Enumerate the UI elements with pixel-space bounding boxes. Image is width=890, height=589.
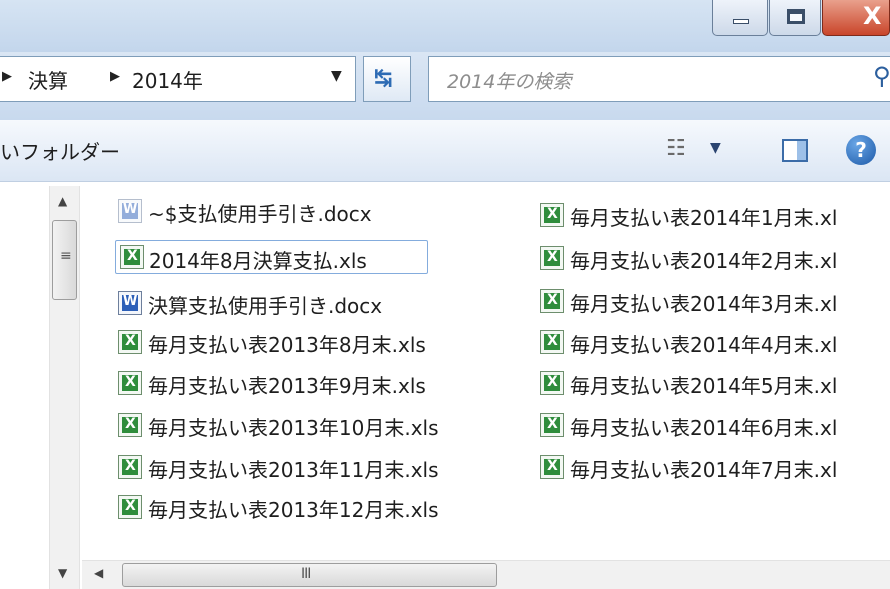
excel-file-icon: [118, 330, 142, 354]
maximize-icon: [787, 9, 805, 24]
minimize-icon: [733, 19, 749, 24]
excel-file-icon: [118, 455, 142, 479]
file-name: 毎月支払い表2013年12月末.xls: [148, 498, 439, 522]
refresh-button[interactable]: ↹: [363, 56, 411, 102]
excel-file-icon: [540, 413, 564, 437]
help-icon: ?: [846, 135, 876, 165]
file-name: 2014年8月決算支払.xls: [149, 249, 367, 273]
title-bar: X: [0, 0, 890, 52]
file-name: 毎月支払い表2014年3月末.xl: [570, 292, 838, 316]
vertical-scroll-thumb[interactable]: ≡: [52, 220, 77, 300]
crumb-separator-icon[interactable]: ▶: [110, 69, 120, 84]
scroll-down-icon[interactable]: ▼: [58, 566, 67, 580]
horizontal-scrollbar[interactable]: ◀ III: [82, 560, 890, 589]
excel-file-icon: [540, 330, 564, 354]
list-item[interactable]: 毎月支払い表2014年7月末.xl: [540, 452, 890, 482]
crumb-separator-icon[interactable]: ▶: [2, 69, 12, 84]
excel-file-icon: [540, 455, 564, 479]
new-folder-button[interactable]: いフォルダー: [0, 136, 120, 165]
excel-file-icon: [540, 246, 564, 270]
grip-icon: III: [301, 566, 311, 582]
grip-icon: ≡: [60, 248, 72, 264]
list-item[interactable]: 毎月支払い表2014年3月末.xl: [540, 286, 890, 316]
views-icon: ☷: [666, 136, 686, 161]
file-name: 毎月支払い表2013年10月末.xls: [148, 416, 439, 440]
maximize-button[interactable]: [769, 0, 821, 36]
excel-file-icon: [540, 203, 564, 227]
vertical-scrollbar[interactable]: ▲ ≡ ▼: [49, 186, 80, 589]
list-item[interactable]: 毎月支払い表2014年4月末.xl: [540, 327, 890, 357]
refresh-icon: ↹: [374, 66, 393, 91]
file-name: 毎月支払い表2013年8月末.xls: [148, 333, 426, 357]
file-name: 毎月支払い表2014年2月末.xl: [570, 249, 838, 273]
scroll-left-icon[interactable]: ◀: [94, 566, 103, 580]
minimize-button[interactable]: [712, 0, 768, 36]
excel-file-icon: [120, 245, 144, 269]
word-file-icon: [118, 291, 142, 315]
crumb-kessan[interactable]: 決算: [28, 65, 68, 94]
file-name: 毎月支払い表2013年9月末.xls: [148, 374, 426, 398]
search-input[interactable]: 2014年の検索 ⚲: [428, 56, 890, 102]
list-item[interactable]: 毎月支払い表2013年8月末.xls: [118, 327, 498, 357]
crumb-2014[interactable]: 2014年: [132, 65, 203, 94]
chevron-down-icon[interactable]: ▼: [331, 68, 342, 84]
file-name: 毎月支払い表2014年4月末.xl: [570, 333, 838, 357]
close-button[interactable]: X: [822, 0, 890, 36]
excel-file-icon: [540, 371, 564, 395]
excel-file-icon: [540, 289, 564, 313]
search-icon[interactable]: ⚲: [873, 62, 890, 90]
search-placeholder: 2014年の検索: [447, 71, 572, 93]
list-item[interactable]: 毎月支払い表2013年11月末.xls: [118, 452, 508, 482]
horizontal-scroll-thumb[interactable]: III: [122, 563, 497, 587]
list-item[interactable]: 毎月支払い表2013年9月末.xls: [118, 368, 498, 398]
file-name: 毎月支払い表2014年7月末.xl: [570, 458, 838, 482]
file-name: 決算支払使用手引き.docx: [148, 294, 383, 318]
scroll-up-icon[interactable]: ▲: [58, 194, 67, 208]
command-bar: いフォルダー ☷ ▼ ?: [0, 120, 890, 182]
chevron-down-icon[interactable]: ▼: [710, 140, 721, 156]
list-item[interactable]: ~$支払使用手引き.docx: [118, 196, 438, 226]
list-item[interactable]: 毎月支払い表2014年2月末.xl: [540, 243, 890, 273]
list-item[interactable]: 毎月支払い表2014年6月末.xl: [540, 410, 890, 440]
file-name: 毎月支払い表2014年6月末.xl: [570, 416, 838, 440]
excel-file-icon: [118, 371, 142, 395]
preview-pane-button[interactable]: [778, 137, 814, 165]
views-button[interactable]: ☷ ▼: [664, 136, 738, 166]
excel-file-icon: [118, 413, 142, 437]
excel-file-icon: [118, 495, 142, 519]
help-button[interactable]: ?: [842, 134, 882, 168]
list-item[interactable]: 毎月支払い表2013年10月末.xls: [118, 410, 508, 440]
list-item[interactable]: 決算支払使用手引き.docx: [118, 288, 448, 318]
list-item[interactable]: 毎月支払い表2014年5月末.xl: [540, 368, 890, 398]
file-name: 毎月支払い表2013年11月末.xls: [148, 458, 439, 482]
word-file-icon: [118, 199, 142, 223]
preview-pane-icon: [782, 139, 808, 162]
list-item-selected[interactable]: 2014年8月決算支払.xls: [115, 240, 428, 274]
file-name: ~$支払使用手引き.docx: [148, 202, 372, 226]
close-icon: X: [863, 2, 882, 30]
file-name: 毎月支払い表2014年1月末.xl: [570, 206, 838, 230]
list-item[interactable]: 毎月支払い表2013年12月末.xls: [118, 492, 508, 522]
list-item[interactable]: 毎月支払い表2014年1月末.xl: [540, 200, 890, 230]
breadcrumb[interactable]: ▶ 決算 ▶ 2014年 ▼: [0, 56, 356, 102]
file-name: 毎月支払い表2014年5月末.xl: [570, 374, 838, 398]
